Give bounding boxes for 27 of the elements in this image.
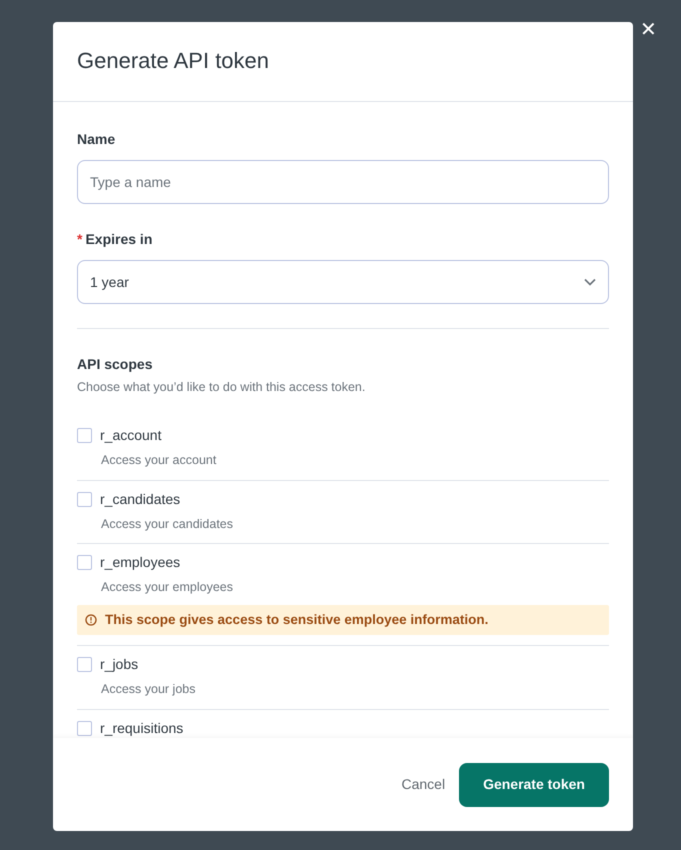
info-icon — [85, 614, 97, 626]
field-label: * Expires in — [77, 230, 152, 249]
checkbox[interactable] — [77, 721, 92, 736]
section-title: API scopes — [77, 355, 154, 374]
checkbox[interactable] — [77, 657, 92, 672]
generate-button[interactable]: Generate token — [459, 762, 609, 806]
chevron-down-icon — [584, 278, 596, 286]
warning-text: This scope gives access to sensitive employee information. — [105, 611, 488, 629]
scope-description: Access your candidates — [101, 516, 234, 533]
scope-name: r_employees — [100, 553, 180, 572]
checkbox[interactable] — [77, 555, 92, 570]
field-label: Name — [77, 130, 116, 149]
scope-name: r_requisitions — [100, 719, 184, 738]
scope-name: r_jobs — [100, 655, 138, 674]
scope-name: r_candidates — [100, 490, 180, 509]
close-button[interactable]: ✕ — [638, 18, 659, 42]
checkbox[interactable] — [77, 428, 92, 443]
name-input[interactable]: Type a name — [77, 160, 609, 204]
scope-name: r_account — [100, 426, 162, 445]
checkbox[interactable] — [77, 492, 92, 506]
scope-description: Access your account — [101, 452, 218, 469]
dialog-title: Generate API token — [77, 48, 270, 75]
scope-description: Access your employees — [101, 579, 234, 596]
scope-description: Access your jobs — [101, 681, 196, 698]
expiry-select[interactable]: 1 year — [77, 260, 609, 304]
section-description: Choose what you’d like to do with this access token. — [77, 379, 366, 396]
cancel-button[interactable]: Cancel — [397, 768, 450, 801]
